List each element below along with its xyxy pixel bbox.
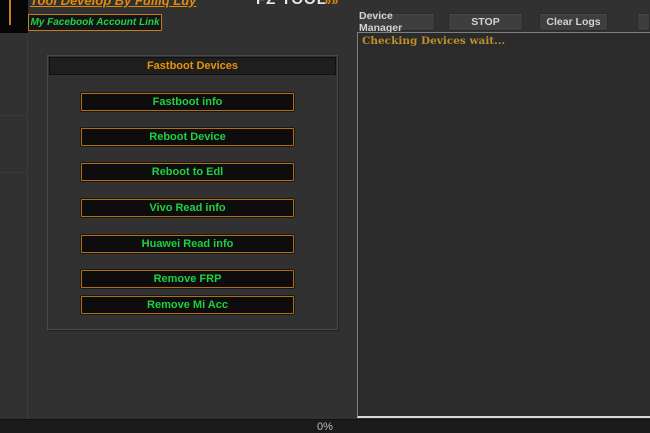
fastboot-info-button[interactable]: Fastboot info: [81, 93, 294, 111]
device-manager-button[interactable]: Device Manager: [358, 10, 435, 34]
clear-logs-button[interactable]: Clear Logs: [539, 13, 608, 31]
reboot-to-edl-button[interactable]: Reboot to Edl: [81, 163, 294, 181]
cropped-button-border-fragment: [9, 0, 11, 25]
remove-frp-button[interactable]: Remove FRP: [81, 270, 294, 288]
cropped-toolbar-button[interactable]: [637, 13, 650, 31]
left-strip-line: [0, 115, 27, 116]
fastboot-devices-panel: Fastboot Devices Fastboot info Reboot De…: [47, 55, 338, 330]
left-strip-line: [0, 172, 27, 173]
progress-percentage: 0%: [317, 421, 333, 433]
fastboot-panel-title: Fastboot Devices: [49, 57, 336, 75]
remove-mi-acc-button[interactable]: Remove Mi Acc: [81, 296, 294, 314]
stop-button[interactable]: STOP: [448, 13, 523, 31]
huawei-read-info-button[interactable]: Huawei Read info: [81, 235, 294, 253]
app-window: Tool Develop By Fulliq Luy FZ TOOL »» My…: [0, 0, 650, 433]
log-line: Checking Devices wait...: [362, 35, 506, 47]
developer-credit-link[interactable]: Tool Develop By Fulliq Luy: [30, 0, 196, 8]
facebook-account-link-button[interactable]: My Facebook Account Link: [28, 14, 162, 31]
left-column-divider: [27, 33, 28, 433]
status-bar: 0%: [0, 419, 650, 433]
log-output-box[interactable]: Checking Devices wait...: [357, 32, 650, 418]
app-title: FZ TOOL: [256, 0, 327, 8]
vivo-read-info-button[interactable]: Vivo Read info: [81, 199, 294, 217]
reboot-device-button[interactable]: Reboot Device: [81, 128, 294, 146]
app-title-suffix: »»: [324, 0, 339, 8]
cropped-corner-element: [0, 0, 28, 33]
